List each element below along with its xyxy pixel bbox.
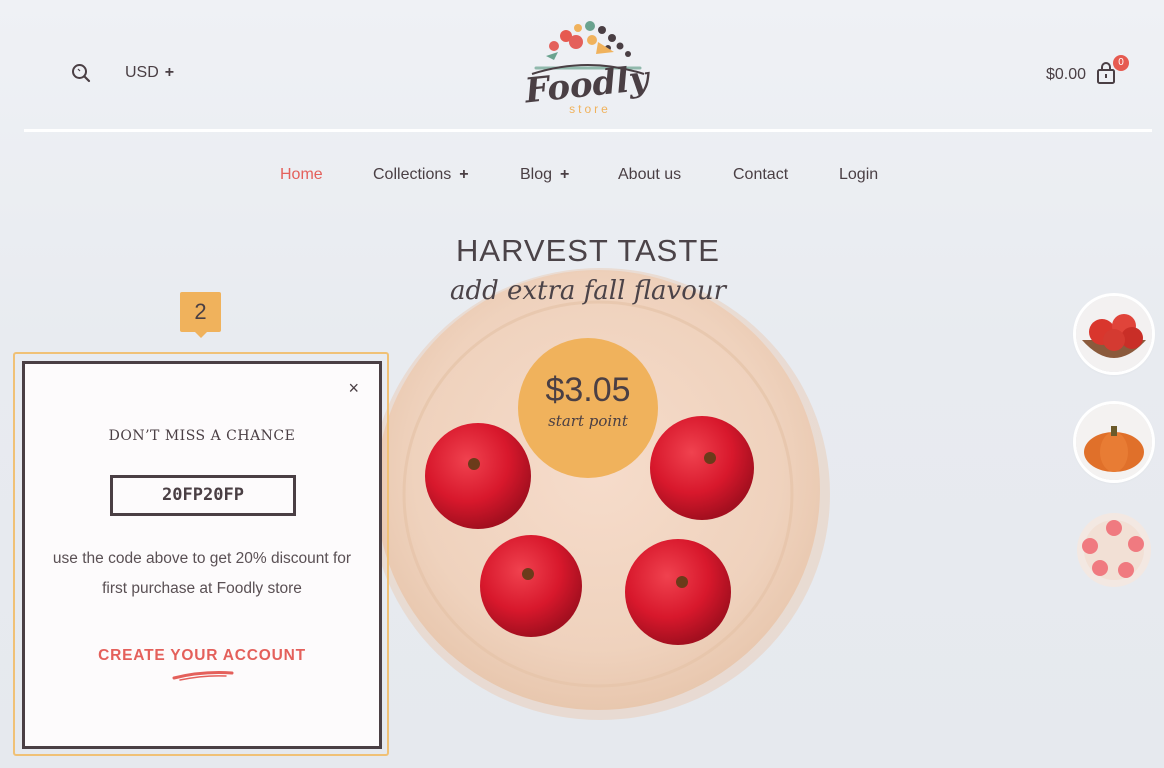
nav-item-home[interactable]: Home xyxy=(280,166,323,184)
brush-underline-icon xyxy=(172,671,234,681)
hero-subtitle: add extra fall flavour xyxy=(449,276,727,306)
cart-count-badge: 0 xyxy=(1113,55,1129,71)
nav-item-label: Login xyxy=(839,166,879,183)
plus-icon: + xyxy=(459,166,469,183)
nav-item-label: Collections xyxy=(373,166,452,183)
create-account-link[interactable]: CREATE YOUR ACCOUNT xyxy=(25,647,379,665)
nav-item-label: Blog xyxy=(520,166,553,183)
popup-text-line: first purchase at Foodly store xyxy=(102,580,302,597)
plate-of-apples-image xyxy=(370,268,830,720)
plus-icon: + xyxy=(164,64,175,81)
currency-selector[interactable]: USD + xyxy=(125,64,174,82)
plus-icon: + xyxy=(560,166,570,183)
coupon-code: 20FP20FP xyxy=(110,475,296,516)
nav-item-label: About us xyxy=(618,166,682,183)
apple-top-left xyxy=(425,423,531,529)
discount-popup: × DON’T MISS A CHANCE 20FP20FP use the c… xyxy=(22,361,382,749)
price-value: $3.05 xyxy=(545,371,631,409)
apple-top-right xyxy=(650,416,754,520)
popup-description: use the code above to get 20% discount f… xyxy=(35,544,369,604)
price-badge: $3.05 start point xyxy=(518,338,658,478)
cart-total[interactable]: $0.00 xyxy=(1046,66,1086,84)
header-divider xyxy=(24,129,1152,132)
nav-item-login[interactable]: Login xyxy=(839,166,878,184)
nav-item-blog[interactable]: Blog + xyxy=(520,166,569,184)
currency-label: USD xyxy=(125,64,159,81)
pumpkin-thumbnail[interactable] xyxy=(1076,404,1152,480)
nav-item-label: Contact xyxy=(733,166,789,183)
foodly-logo[interactable]: Foodly store xyxy=(518,12,658,122)
apples-thumbnail[interactable] xyxy=(1076,512,1152,588)
search-icon[interactable] xyxy=(70,62,92,84)
popup-heading: DON’T MISS A CHANCE xyxy=(108,428,296,444)
header: USD + Foodly store $0.00 0 xyxy=(0,0,1164,132)
main-nav: Home Collections + Blog + About us Contact… xyxy=(0,166,1164,190)
tomatoes-thumbnail[interactable] xyxy=(1076,296,1152,372)
price-note: start point xyxy=(548,412,628,430)
hero-title: HARVEST TASTE xyxy=(456,233,720,268)
logo-subtext: store xyxy=(569,102,611,116)
nav-item-label: Home xyxy=(280,166,323,183)
close-icon[interactable]: × xyxy=(348,378,359,399)
nav-item-contact[interactable]: Contact xyxy=(733,166,788,184)
popup-text-line: use the code above to get 20% discount f… xyxy=(52,550,352,567)
tour-step-marker: 2 xyxy=(180,292,221,338)
apple-bottom-right xyxy=(625,539,731,645)
apple-bottom-left xyxy=(480,535,582,637)
nav-item-about-us[interactable]: About us xyxy=(618,166,681,184)
nav-item-collections[interactable]: Collections + xyxy=(373,166,469,184)
